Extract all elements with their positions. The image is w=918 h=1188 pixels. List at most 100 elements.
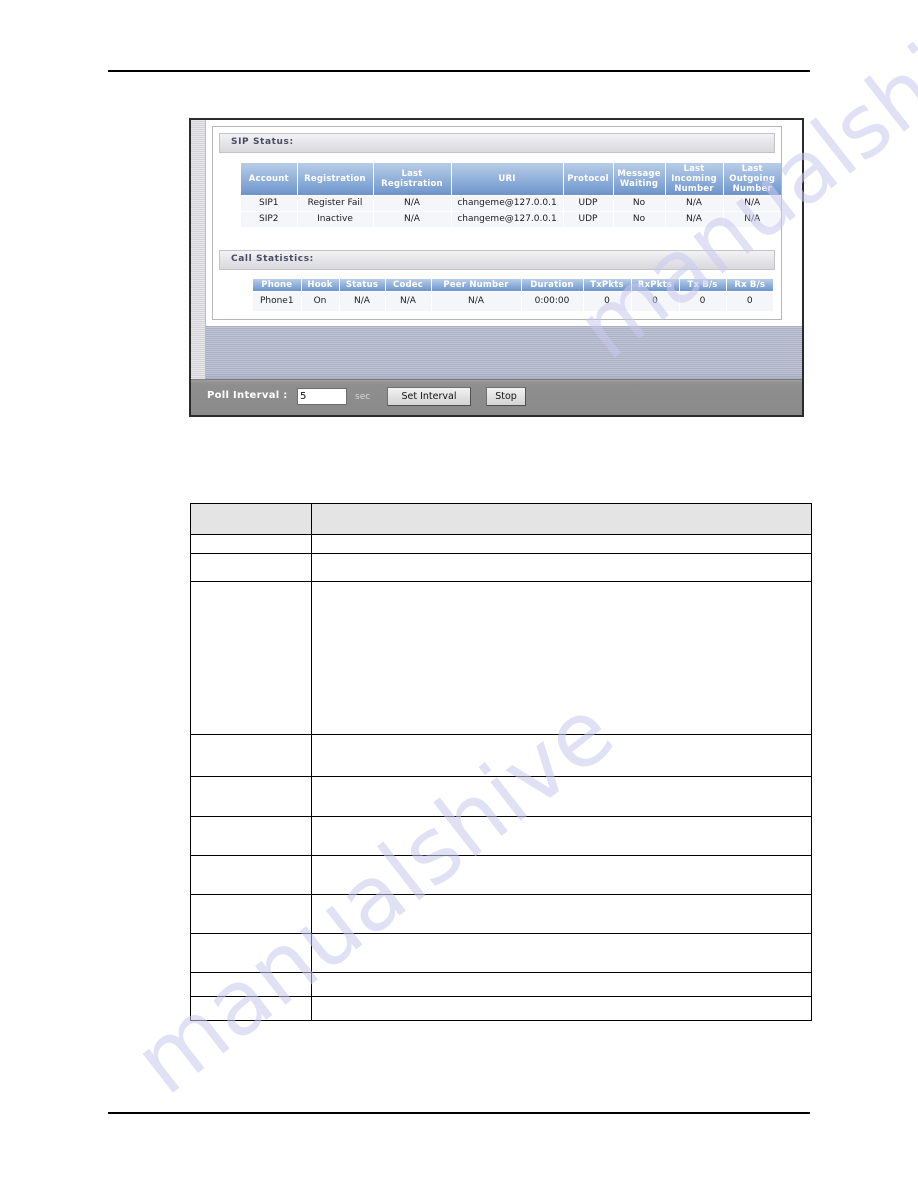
description-table-body bbox=[190, 534, 812, 1021]
call-cell: 0:00:00 bbox=[521, 291, 584, 312]
call-col-txpkts: TxPkts bbox=[583, 279, 632, 292]
description-text bbox=[311, 553, 812, 582]
description-label bbox=[190, 581, 312, 735]
sip-cell: No bbox=[613, 195, 666, 212]
router-ui-left-rail bbox=[191, 120, 206, 415]
description-label bbox=[190, 855, 312, 895]
set-interval-button[interactable]: Set Interval bbox=[387, 387, 471, 406]
router-ui-gradient-filler bbox=[206, 326, 802, 383]
sip-status-title: SIP Status: bbox=[231, 137, 294, 147]
description-text bbox=[311, 776, 812, 817]
call-cell: 0 bbox=[726, 291, 773, 312]
description-text bbox=[311, 816, 812, 856]
call-statistics-header-row: Phone Hook Status Codec Peer Number Dura… bbox=[253, 279, 773, 292]
poll-interval-bar: Poll Interval : sec Set Interval Stop bbox=[191, 379, 802, 415]
table-row bbox=[190, 855, 812, 895]
table-row bbox=[190, 996, 812, 1021]
description-col-label bbox=[190, 503, 312, 535]
description-label bbox=[190, 734, 312, 777]
router-ui-screenshot: SIP Status: Account Registration Last Reg… bbox=[189, 118, 804, 417]
call-cell: 0 bbox=[583, 291, 632, 312]
description-table bbox=[190, 503, 812, 1021]
table-row bbox=[190, 734, 812, 777]
sip-cell: Inactive bbox=[297, 211, 374, 228]
sip-col-account: Account bbox=[241, 163, 298, 196]
sip-cell: changeme@127.0.0.1 bbox=[451, 211, 564, 228]
table-row bbox=[190, 894, 812, 934]
sip-cell: N/A bbox=[723, 195, 781, 212]
call-statistics-body: Phone1 On N/A N/A N/A 0:00:00 0 0 0 0 bbox=[253, 291, 773, 312]
poll-interval-unit: sec bbox=[355, 392, 371, 402]
call-cell: 0 bbox=[631, 291, 680, 312]
table-row bbox=[190, 534, 812, 554]
call-cell: N/A bbox=[339, 291, 386, 312]
sip-col-message-waiting: Message Waiting bbox=[613, 163, 666, 196]
page-footer-rule bbox=[108, 1112, 810, 1114]
router-ui-content-card: SIP Status: Account Registration Last Reg… bbox=[212, 126, 782, 320]
sip-status-table: Account Registration Last Registration UR… bbox=[241, 163, 781, 228]
sip-col-last-outgoing: Last Outgoing Number bbox=[723, 163, 781, 196]
sip-cell: N/A bbox=[723, 211, 781, 228]
call-col-rx-bs: Rx B/s bbox=[726, 279, 773, 292]
description-label bbox=[190, 534, 312, 554]
sip-col-protocol: Protocol bbox=[563, 163, 614, 196]
call-col-peer-number: Peer Number bbox=[431, 279, 522, 292]
table-row: SIP2 Inactive N/A changeme@127.0.0.1 UDP… bbox=[241, 211, 781, 228]
table-row bbox=[190, 933, 812, 973]
call-col-tx-bs: Tx B/s bbox=[679, 279, 727, 292]
call-cell: N/A bbox=[385, 291, 432, 312]
call-col-phone: Phone bbox=[253, 279, 302, 292]
description-label bbox=[190, 553, 312, 582]
description-label bbox=[190, 894, 312, 934]
call-col-duration: Duration bbox=[521, 279, 584, 292]
table-row bbox=[190, 972, 812, 997]
router-ui-body: SIP Status: Account Registration Last Reg… bbox=[191, 120, 802, 415]
stop-button[interactable]: Stop bbox=[486, 387, 526, 406]
poll-interval-input[interactable] bbox=[297, 388, 347, 405]
call-cell: 0 bbox=[679, 291, 727, 312]
call-statistics-section-bar: Call Statistics: bbox=[219, 250, 775, 270]
description-label bbox=[190, 933, 312, 973]
table-row bbox=[190, 816, 812, 856]
description-text bbox=[311, 972, 812, 997]
sip-col-uri: URI bbox=[451, 163, 564, 196]
description-text bbox=[311, 933, 812, 973]
sip-col-last-registration: Last Registration bbox=[373, 163, 452, 196]
sip-cell: changeme@127.0.0.1 bbox=[451, 195, 564, 212]
table-row: Phone1 On N/A N/A N/A 0:00:00 0 0 0 0 bbox=[253, 291, 773, 312]
description-label bbox=[190, 776, 312, 817]
sip-cell: N/A bbox=[665, 195, 724, 212]
description-label bbox=[190, 996, 312, 1021]
description-table-header-row bbox=[190, 503, 812, 535]
call-col-hook: Hook bbox=[301, 279, 340, 292]
description-label bbox=[190, 816, 312, 856]
description-col-text bbox=[311, 503, 812, 535]
sip-status-header-row: Account Registration Last Registration UR… bbox=[241, 163, 781, 196]
sip-col-last-incoming: Last Incoming Number bbox=[665, 163, 724, 196]
sip-status-section-bar: SIP Status: bbox=[219, 133, 775, 153]
sip-status-body: SIP1 Register Fail N/A changeme@127.0.0.… bbox=[241, 195, 781, 228]
sip-cell: No bbox=[613, 211, 666, 228]
description-text bbox=[311, 855, 812, 895]
table-row bbox=[190, 776, 812, 817]
call-col-rxpkts: RxPkts bbox=[631, 279, 680, 292]
table-row bbox=[190, 553, 812, 582]
description-text bbox=[311, 581, 812, 735]
sip-cell: SIP1 bbox=[241, 195, 298, 212]
sip-col-registration: Registration bbox=[297, 163, 374, 196]
sip-cell: N/A bbox=[665, 211, 724, 228]
description-text bbox=[311, 534, 812, 554]
sip-cell: SIP2 bbox=[241, 211, 298, 228]
description-text bbox=[311, 996, 812, 1021]
description-label bbox=[190, 972, 312, 997]
sip-cell: Register Fail bbox=[297, 195, 374, 212]
call-col-codec: Codec bbox=[385, 279, 432, 292]
table-row: SIP1 Register Fail N/A changeme@127.0.0.… bbox=[241, 195, 781, 212]
call-cell: Phone1 bbox=[253, 291, 302, 312]
sip-cell: N/A bbox=[373, 211, 452, 228]
poll-interval-label: Poll Interval : bbox=[207, 390, 288, 401]
call-statistics-title: Call Statistics: bbox=[231, 254, 314, 264]
call-cell: N/A bbox=[431, 291, 522, 312]
table-row bbox=[190, 581, 812, 735]
description-text bbox=[311, 734, 812, 777]
